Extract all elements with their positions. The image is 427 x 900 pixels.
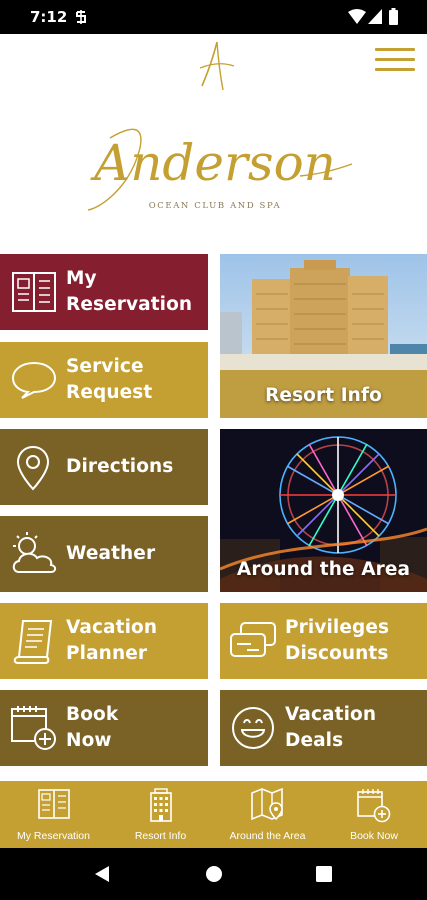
- service-request-label: Service Request: [66, 354, 152, 406]
- system-nav-bar: [0, 848, 427, 900]
- status-bar: 7:12: [0, 0, 427, 34]
- weather-tile[interactable]: Weather: [0, 516, 208, 592]
- monogram-logo-icon: [199, 41, 235, 91]
- vacation-deals-label: Vacation Deals: [285, 702, 376, 754]
- signal-icon: [368, 9, 382, 24]
- cards-icon: [230, 622, 276, 657]
- weather-label: Weather: [66, 543, 156, 564]
- status-time: 7:12: [30, 8, 68, 26]
- vacation-planner-line-1: Vacation: [66, 617, 158, 638]
- smiley-face-icon: [232, 707, 274, 749]
- nav-around-area-label: Around the Area: [229, 830, 306, 842]
- calendar-add-icon: [357, 789, 391, 823]
- my-reservation-line-1: My: [66, 268, 97, 289]
- sync-icon: [76, 10, 86, 24]
- vacation-deals-line-2: Deals: [285, 730, 344, 751]
- around-area-tile[interactable]: Around the Area: [220, 429, 427, 592]
- service-request-line-1: Service: [66, 356, 144, 377]
- home-icon[interactable]: [205, 865, 223, 883]
- my-reservation-line-2: Reservation: [66, 294, 193, 315]
- calendar-add-icon: [11, 706, 56, 750]
- speech-bubble-icon: [11, 361, 57, 399]
- my-reservation-label: My Reservation: [66, 266, 192, 318]
- nav-book-now-label: Book Now: [350, 830, 398, 842]
- menu-line: [375, 58, 415, 61]
- vacation-deals-tile[interactable]: Vacation Deals: [220, 690, 427, 766]
- vacation-planner-tile[interactable]: Vacation Planner: [0, 603, 208, 679]
- brand-tagline: OCEAN CLUB AND SPA: [149, 201, 282, 211]
- book-now-label: Book Now: [66, 702, 118, 754]
- nav-resort-info-label: Resort Info: [134, 830, 187, 842]
- weather-cloud-sun-icon: [12, 532, 57, 573]
- battery-icon: [389, 8, 398, 25]
- vacation-deals-line-1: Vacation: [285, 704, 377, 725]
- nav-my-reservation[interactable]: My Reservation: [0, 781, 107, 848]
- vacation-planner-line-2: Planner: [66, 643, 148, 664]
- book-now-tile[interactable]: Book Now: [0, 690, 208, 766]
- location-pin-icon: [16, 445, 50, 491]
- my-reservation-tile[interactable]: My Reservation: [0, 254, 208, 330]
- vacation-planner-label: Vacation Planner: [66, 615, 157, 667]
- back-icon[interactable]: [94, 865, 110, 883]
- bottom-navigation: My Reservation Resort Info Around the Ar…: [0, 781, 427, 848]
- resort-info-label: Resort Info: [265, 385, 382, 406]
- brand-logo: Anderson OCEAN CLUB AND SPA: [70, 118, 360, 228]
- resort-info-tile[interactable]: Resort Info: [220, 254, 427, 418]
- privileges-line-2: Discounts: [285, 643, 389, 664]
- directions-tile[interactable]: Directions: [0, 429, 208, 505]
- map-pin-icon: [250, 787, 283, 821]
- service-request-tile[interactable]: Service Request: [0, 342, 208, 418]
- building-icon: [149, 788, 172, 822]
- privileges-label: Privileges Discounts: [285, 615, 389, 667]
- app-header: [0, 34, 427, 100]
- reservation-book-icon: [12, 272, 56, 312]
- book-now-line-2: Now: [66, 730, 112, 751]
- book-now-line-1: Book: [66, 704, 119, 725]
- nav-resort-info[interactable]: Resort Info: [107, 781, 214, 848]
- service-request-line-2: Request: [66, 382, 153, 403]
- planner-scroll-icon: [13, 620, 53, 664]
- privileges-line-1: Privileges: [285, 617, 390, 638]
- directions-label: Directions: [66, 456, 174, 477]
- hamburger-menu-button[interactable]: [375, 48, 415, 80]
- nav-around-area[interactable]: Around the Area: [214, 781, 321, 848]
- brand-name: Anderson: [90, 134, 336, 192]
- reservation-book-icon: [37, 789, 70, 819]
- around-area-label: Around the Area: [236, 559, 411, 580]
- nav-book-now[interactable]: Book Now: [321, 781, 427, 848]
- wifi-icon: [348, 9, 366, 24]
- nav-my-reservation-label: My Reservation: [17, 830, 90, 842]
- menu-line: [375, 48, 415, 51]
- menu-line: [375, 68, 415, 71]
- recents-icon[interactable]: [316, 866, 332, 882]
- privileges-discounts-tile[interactable]: Privileges Discounts: [220, 603, 427, 679]
